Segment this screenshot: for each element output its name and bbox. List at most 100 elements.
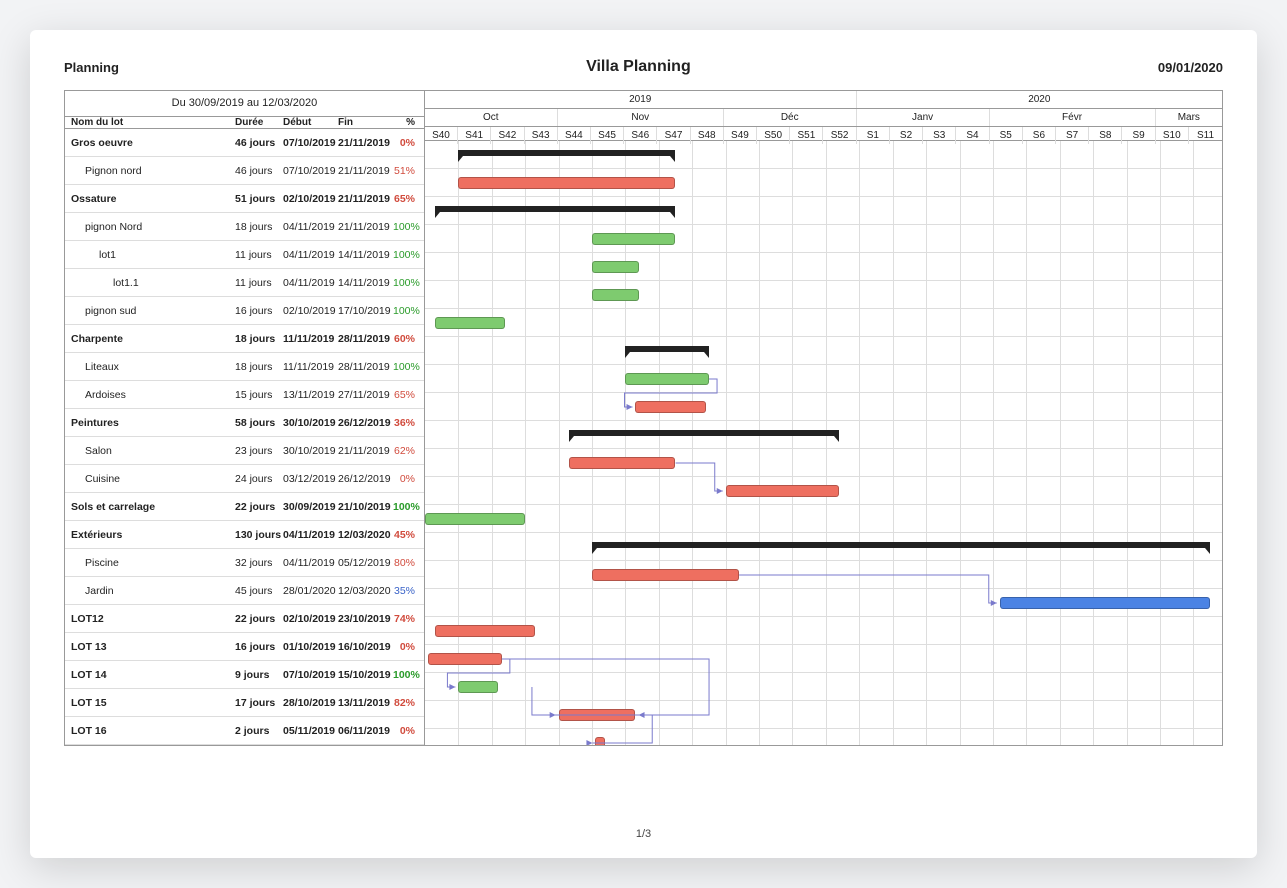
gantt-row bbox=[425, 505, 1222, 533]
task-pct: 74% bbox=[393, 613, 419, 625]
task-pct: 100% bbox=[393, 361, 424, 373]
gantt-row bbox=[425, 169, 1222, 197]
task-bar bbox=[595, 737, 605, 745]
col-pct: % bbox=[393, 117, 419, 128]
table-row: Pignon nord46 jours07/10/201921/11/20195… bbox=[65, 157, 424, 185]
task-end: 21/11/2019 bbox=[338, 445, 393, 457]
task-duration: 45 jours bbox=[235, 585, 283, 597]
task-end: 26/12/2019 bbox=[338, 417, 393, 429]
task-end: 21/11/2019 bbox=[338, 137, 393, 149]
gantt-rows bbox=[425, 141, 1222, 745]
task-pct: 65% bbox=[393, 389, 419, 401]
month-header: Janv bbox=[857, 109, 990, 126]
task-bar bbox=[1000, 597, 1211, 609]
task-end: 23/10/2019 bbox=[338, 613, 393, 625]
task-start: 07/10/2019 bbox=[283, 137, 338, 149]
task-start: 04/11/2019 bbox=[283, 557, 338, 569]
gantt-row bbox=[425, 533, 1222, 561]
task-end: 14/11/2019 bbox=[338, 249, 393, 261]
table-row: pignon sud16 jours02/10/201917/10/201910… bbox=[65, 297, 424, 325]
task-start: 11/11/2019 bbox=[283, 333, 338, 345]
task-end: 15/10/2019 bbox=[338, 669, 393, 681]
task-duration: 18 jours bbox=[235, 361, 283, 373]
task-duration: 18 jours bbox=[235, 221, 283, 233]
task-name: Extérieurs bbox=[65, 529, 235, 541]
task-bar bbox=[458, 177, 675, 189]
task-pct: 45% bbox=[393, 529, 419, 541]
table-row: pignon Nord18 jours04/11/201921/11/20191… bbox=[65, 213, 424, 241]
timeline-years: 20192020 bbox=[425, 91, 1222, 109]
task-start: 03/12/2019 bbox=[283, 473, 338, 485]
gantt-row bbox=[425, 141, 1222, 169]
summary-bar bbox=[592, 542, 1210, 548]
col-name: Nom du lot bbox=[65, 117, 235, 128]
task-bar bbox=[635, 401, 705, 413]
gantt-row bbox=[425, 365, 1222, 393]
task-start: 13/11/2019 bbox=[283, 389, 338, 401]
month-header: Mars bbox=[1156, 109, 1222, 126]
task-name: LOT 14 bbox=[65, 669, 235, 681]
task-pct: 100% bbox=[393, 249, 424, 261]
table-row: Ardoises15 jours13/11/201927/11/201965% bbox=[65, 381, 424, 409]
task-bar bbox=[428, 653, 502, 665]
task-duration: 23 jours bbox=[235, 445, 283, 457]
table-row: Salon23 jours30/10/201921/11/201962% bbox=[65, 437, 424, 465]
task-bar bbox=[458, 681, 498, 693]
task-end: 12/03/2020 bbox=[338, 529, 393, 541]
gantt-row bbox=[425, 225, 1222, 253]
task-end: 17/10/2019 bbox=[338, 305, 393, 317]
table-row: LOT 149 jours07/10/201915/10/2019100% bbox=[65, 661, 424, 689]
task-end: 05/12/2019 bbox=[338, 557, 393, 569]
task-bar bbox=[592, 233, 676, 245]
gantt-row bbox=[425, 729, 1222, 745]
gantt-row bbox=[425, 281, 1222, 309]
task-bar bbox=[592, 289, 639, 301]
task-duration: 58 jours bbox=[235, 417, 283, 429]
task-duration: 2 jours bbox=[235, 725, 283, 737]
table-row: Extérieurs130 jours04/11/201912/03/20204… bbox=[65, 521, 424, 549]
table-rows: Gros oeuvre46 jours07/10/201921/11/20190… bbox=[65, 129, 424, 745]
page-number: 1/3 bbox=[30, 828, 1257, 840]
gantt-row bbox=[425, 449, 1222, 477]
task-duration: 22 jours bbox=[235, 501, 283, 513]
table-row: Gros oeuvre46 jours07/10/201921/11/20190… bbox=[65, 129, 424, 157]
print-page: Planning Villa Planning 09/01/2020 Du 30… bbox=[30, 30, 1257, 858]
task-end: 14/11/2019 bbox=[338, 277, 393, 289]
task-pct: 60% bbox=[393, 333, 419, 345]
table-row: Jardin45 jours28/01/202012/03/202035% bbox=[65, 577, 424, 605]
task-bar bbox=[592, 261, 639, 273]
task-name: lot1.1 bbox=[65, 277, 235, 289]
task-start: 30/10/2019 bbox=[283, 417, 338, 429]
task-bar bbox=[569, 457, 676, 469]
summary-bar bbox=[458, 150, 675, 156]
year-header: 2020 bbox=[857, 91, 1222, 108]
task-name: Sols et carrelage bbox=[65, 501, 235, 513]
task-end: 26/12/2019 bbox=[338, 473, 393, 485]
task-end: 21/11/2019 bbox=[338, 193, 393, 205]
gantt-row bbox=[425, 561, 1222, 589]
table-row: Ossature51 jours02/10/201921/11/201965% bbox=[65, 185, 424, 213]
task-bar bbox=[625, 373, 709, 385]
task-name: pignon sud bbox=[65, 305, 235, 317]
summary-bar bbox=[625, 346, 709, 352]
task-bar bbox=[726, 485, 840, 497]
task-pct: 65% bbox=[393, 193, 419, 205]
task-bar bbox=[559, 709, 636, 721]
task-pct: 100% bbox=[393, 221, 424, 233]
task-name: lot1 bbox=[65, 249, 235, 261]
gantt-sheet: Du 30/09/2019 au 12/03/2020 Nom du lot D… bbox=[64, 90, 1223, 746]
task-pct: 82% bbox=[393, 697, 419, 709]
page-title: Villa Planning bbox=[586, 58, 691, 76]
task-start: 04/11/2019 bbox=[283, 249, 338, 261]
task-name: LOT12 bbox=[65, 613, 235, 625]
task-duration: 11 jours bbox=[235, 277, 283, 289]
task-duration: 9 jours bbox=[235, 669, 283, 681]
task-duration: 17 jours bbox=[235, 697, 283, 709]
task-start: 04/11/2019 bbox=[283, 221, 338, 233]
task-name: Liteaux bbox=[65, 361, 235, 373]
table-row: Sols et carrelage22 jours30/09/201921/10… bbox=[65, 493, 424, 521]
task-name: Cuisine bbox=[65, 473, 235, 485]
task-start: 02/10/2019 bbox=[283, 193, 338, 205]
task-start: 02/10/2019 bbox=[283, 305, 338, 317]
task-duration: 16 jours bbox=[235, 305, 283, 317]
